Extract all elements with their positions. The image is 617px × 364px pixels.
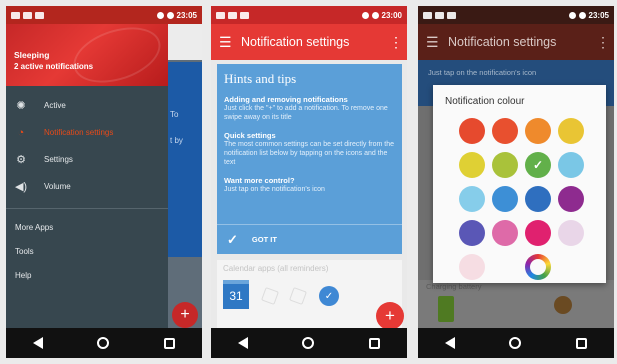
home-icon[interactable] — [302, 337, 315, 349]
status-bar: 23:05 — [418, 6, 614, 24]
dialog-title: Notification colour — [445, 96, 525, 107]
header-art — [66, 17, 168, 93]
alert-icon: ◔ — [17, 126, 25, 139]
colour-swatch[interactable]: ✓ — [525, 152, 551, 178]
clock: 23:00 — [381, 10, 402, 20]
colour-swatch[interactable] — [459, 152, 485, 178]
drawer-item-settings[interactable]: ⚙ Settings — [6, 146, 168, 173]
colour-grid: ✓ — [459, 118, 594, 280]
colour-swatch[interactable] — [459, 118, 485, 144]
add-button[interactable]: + — [172, 302, 198, 328]
drawer-item-tools[interactable]: Tools — [6, 239, 168, 263]
status-bar: 23:00 — [211, 6, 407, 24]
empty-slot — [492, 254, 518, 280]
custom-colour-wheel-icon[interactable] — [525, 254, 551, 280]
recents-icon[interactable] — [575, 337, 587, 349]
drawer-header: Sleeping 2 active notifications — [6, 17, 168, 93]
calendar-icon[interactable]: 31 — [223, 280, 249, 309]
drawer-item-more-apps[interactable]: More Apps — [6, 215, 168, 239]
hints-title: Hints and tips — [224, 71, 297, 86]
got-it-button[interactable]: ✓ GOT IT — [217, 224, 402, 254]
colour-swatch[interactable] — [459, 186, 485, 212]
divider — [6, 208, 168, 209]
main-content: Hints and tips Adding and removing notif… — [211, 60, 407, 328]
system-nav-bar — [6, 328, 202, 358]
battery-icon — [438, 296, 454, 322]
page-title: Notification settings — [448, 35, 557, 49]
colour-swatch[interactable] — [459, 254, 485, 280]
status-icon — [554, 296, 572, 314]
phone-screen-colour-picker: 23:05 ☰ Notification settings ⋮ Just tap… — [418, 6, 614, 358]
home-icon[interactable] — [97, 337, 110, 349]
home-icon[interactable] — [509, 337, 522, 349]
colour-swatch[interactable] — [525, 186, 551, 212]
status-bar: 23:05 — [6, 6, 202, 24]
speaker-icon: ◀) — [14, 181, 28, 193]
phone-screen-drawer: 23:05 To t by Sleeping 2 active notifica… — [6, 6, 202, 358]
add-button[interactable]: + — [376, 302, 404, 330]
back-icon[interactable] — [238, 337, 249, 349]
charging-row: Charging battery — [418, 280, 614, 328]
check-icon: ✓ — [227, 231, 238, 247]
phone-icon[interactable] — [289, 287, 307, 305]
back-icon[interactable] — [33, 337, 44, 349]
colour-swatch[interactable] — [492, 186, 518, 212]
colour-swatch[interactable] — [492, 152, 518, 178]
navigation-drawer: Sleeping 2 active notifications ✺ Active… — [6, 17, 168, 328]
system-nav-bar — [418, 328, 614, 358]
colour-swatch[interactable] — [459, 220, 485, 246]
hints-card: Hints and tips Adding and removing notif… — [217, 64, 402, 254]
back-icon[interactable] — [445, 337, 456, 349]
overflow-menu-icon[interactable]: ⋮ — [389, 34, 403, 51]
colour-swatch[interactable] — [558, 220, 584, 246]
app-bar: ☰ Notification settings ⋮ — [211, 24, 407, 60]
colour-swatch[interactable] — [525, 220, 551, 246]
drawer-item-active[interactable]: ✺ Active — [6, 92, 168, 119]
drawer-item-volume[interactable]: ◀) Volume — [6, 173, 168, 200]
menu-icon[interactable]: ☰ — [219, 34, 241, 51]
colour-swatch[interactable] — [558, 186, 584, 212]
overflow-menu-icon[interactable]: ⋮ — [596, 34, 610, 51]
charging-label: Charging battery — [426, 282, 482, 291]
background-card: To t by — [166, 62, 202, 257]
system-nav-bar — [211, 328, 407, 358]
phone-screen-tips: 23:00 ☰ Notification settings ⋮ Hints an… — [211, 6, 407, 358]
colour-swatch[interactable] — [492, 220, 518, 246]
colour-swatch[interactable] — [558, 118, 584, 144]
app-bar: ☰ Notification settings ⋮ — [418, 24, 614, 60]
drawer-item-notification-settings[interactable]: ◔ Notification settings — [6, 119, 168, 146]
recents-icon[interactable] — [368, 337, 380, 349]
calendar-notification-row[interactable]: Calendar apps (all reminders) 31 ✓ — [217, 260, 402, 328]
colour-swatch[interactable] — [525, 118, 551, 144]
vibrate-icon[interactable] — [261, 287, 279, 305]
recents-icon[interactable] — [163, 337, 175, 349]
gear-icon: ⚙ — [16, 154, 26, 166]
clock: 23:05 — [176, 10, 197, 20]
colour-dialog: Notification colour ✓ — [433, 85, 606, 283]
sun-icon: ✺ — [16, 100, 26, 112]
page-title: Notification settings — [241, 35, 350, 49]
clock: 23:05 — [588, 10, 609, 20]
menu-icon[interactable]: ☰ — [426, 34, 448, 51]
colour-swatch[interactable] — [558, 152, 584, 178]
calendar-label: Calendar apps (all reminders) — [223, 264, 329, 273]
drawer-item-help[interactable]: Help — [6, 263, 168, 287]
enabled-check-icon[interactable]: ✓ — [319, 286, 339, 306]
colour-swatch[interactable] — [492, 118, 518, 144]
